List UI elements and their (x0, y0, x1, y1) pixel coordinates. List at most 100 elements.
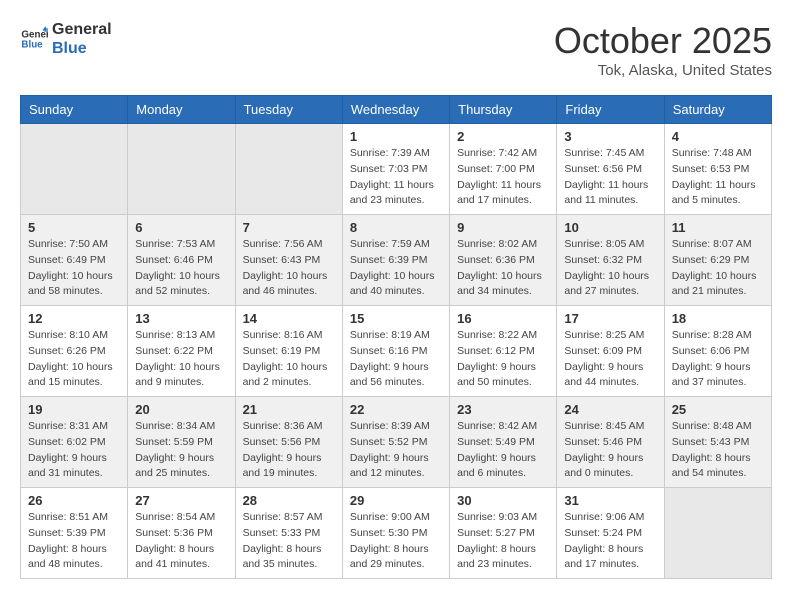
location: Tok, Alaska, United States (554, 62, 772, 79)
day-number: 29 (350, 493, 442, 508)
calendar-cell: 14 Sunrise: 8:16 AMSunset: 6:19 PMDayligh… (235, 306, 342, 397)
day-number: 19 (28, 402, 120, 417)
weekday-header-row: SundayMondayTuesdayWednesdayThursdayFrid… (21, 96, 772, 124)
day-number: 21 (243, 402, 335, 417)
calendar-cell: 26Sunrise: 8:51 AMSunset: 5:39 PMDayligh… (21, 488, 128, 579)
day-info: Sunrise: 7:53 AMSunset: 6:46 PMDaylight:… (135, 237, 227, 300)
weekday-header-saturday: Saturday (664, 96, 771, 124)
calendar-week-3: 12 Sunrise: 8:10 AMSunset: 6:26 PMDayligh… (21, 306, 772, 397)
day-info: Sunrise: 8:05 AMSunset: 6:32 PMDaylight:… (564, 237, 656, 300)
day-info: Sunrise: 8:31 AMSunset: 6:02 PMDaylight:… (28, 419, 120, 482)
day-number: 11 (672, 220, 764, 235)
day-info: Sunrise: 8:16 AMSunset: 6:19 PMDaylight:… (243, 328, 335, 391)
day-number: 13 (135, 311, 227, 326)
calendar-week-4: 19 Sunrise: 8:31 AMSunset: 6:02 PMDayligh… (21, 397, 772, 488)
day-info: Sunrise: 9:03 AMSunset: 5:27 PMDaylight:… (457, 510, 549, 573)
calendar-cell: 3 Sunrise: 7:45 AMSunset: 6:56 PMDaylight… (557, 124, 664, 215)
calendar-cell: 9Sunrise: 8:02 AMSunset: 6:36 PMDaylight… (450, 215, 557, 306)
day-number: 2 (457, 129, 549, 144)
day-number: 14 (243, 311, 335, 326)
day-number: 7 (243, 220, 335, 235)
day-number: 4 (672, 129, 764, 144)
month-title: October 2025 (554, 20, 772, 62)
weekday-header-tuesday: Tuesday (235, 96, 342, 124)
calendar-cell: 13 Sunrise: 8:13 AMSunset: 6:22 PMDayligh… (128, 306, 235, 397)
day-info: Sunrise: 8:45 AMSunset: 5:46 PMDaylight:… (564, 419, 656, 482)
calendar-cell: 23Sunrise: 8:42 AMSunset: 5:49 PMDayligh… (450, 397, 557, 488)
calendar-cell: 1Sunrise: 7:39 AMSunset: 7:03 PMDaylight… (342, 124, 449, 215)
calendar-cell: 2 Sunrise: 7:42 AMSunset: 7:00 PMDaylight… (450, 124, 557, 215)
day-number: 1 (350, 129, 442, 144)
calendar-cell (664, 488, 771, 579)
calendar-cell: 29 Sunrise: 9:00 AMSunset: 5:30 PMDayligh… (342, 488, 449, 579)
day-number: 10 (564, 220, 656, 235)
calendar-cell: 20 Sunrise: 8:34 AMSunset: 5:59 PMDayligh… (128, 397, 235, 488)
day-info: Sunrise: 8:28 AMSunset: 6:06 PMDaylight:… (672, 328, 764, 391)
calendar-cell (21, 124, 128, 215)
calendar-cell: 15Sunrise: 8:19 AMSunset: 6:16 PMDayligh… (342, 306, 449, 397)
day-number: 5 (28, 220, 120, 235)
day-info: Sunrise: 7:56 AMSunset: 6:43 PMDaylight:… (243, 237, 335, 300)
day-number: 28 (243, 493, 335, 508)
calendar: SundayMondayTuesdayWednesdayThursdayFrid… (20, 95, 772, 579)
day-number: 31 (564, 493, 656, 508)
day-info: Sunrise: 8:07 AMSunset: 6:29 PMDaylight:… (672, 237, 764, 300)
day-number: 16 (457, 311, 549, 326)
weekday-header-monday: Monday (128, 96, 235, 124)
calendar-cell: 25Sunrise: 8:48 AMSunset: 5:43 PMDayligh… (664, 397, 771, 488)
day-info: Sunrise: 8:25 AMSunset: 6:09 PMDaylight:… (564, 328, 656, 391)
day-number: 24 (564, 402, 656, 417)
day-number: 17 (564, 311, 656, 326)
day-info: Sunrise: 8:42 AMSunset: 5:49 PMDaylight:… (457, 419, 549, 482)
calendar-cell: 18Sunrise: 8:28 AMSunset: 6:06 PMDayligh… (664, 306, 771, 397)
calendar-cell: 19 Sunrise: 8:31 AMSunset: 6:02 PMDayligh… (21, 397, 128, 488)
day-number: 3 (564, 129, 656, 144)
day-number: 12 (28, 311, 120, 326)
day-info: Sunrise: 9:00 AMSunset: 5:30 PMDaylight:… (350, 510, 442, 573)
calendar-week-1: 1Sunrise: 7:39 AMSunset: 7:03 PMDaylight… (21, 124, 772, 215)
day-number: 22 (350, 402, 442, 417)
calendar-cell (235, 124, 342, 215)
day-info: Sunrise: 8:54 AMSunset: 5:36 PMDaylight:… (135, 510, 227, 573)
calendar-cell: 12 Sunrise: 8:10 AMSunset: 6:26 PMDayligh… (21, 306, 128, 397)
logo: General Blue General Blue (20, 20, 112, 58)
day-number: 20 (135, 402, 227, 417)
day-number: 25 (672, 402, 764, 417)
weekday-header-wednesday: Wednesday (342, 96, 449, 124)
calendar-week-2: 5Sunrise: 7:50 AMSunset: 6:49 PMDaylight… (21, 215, 772, 306)
calendar-week-5: 26Sunrise: 8:51 AMSunset: 5:39 PMDayligh… (21, 488, 772, 579)
day-info: Sunrise: 7:42 AMSunset: 7:00 PMDaylight:… (457, 146, 549, 209)
day-info: Sunrise: 7:45 AMSunset: 6:56 PMDaylight:… (564, 146, 656, 209)
day-info: Sunrise: 8:10 AMSunset: 6:26 PMDaylight:… (28, 328, 120, 391)
weekday-header-sunday: Sunday (21, 96, 128, 124)
day-info: Sunrise: 7:59 AMSunset: 6:39 PMDaylight:… (350, 237, 442, 300)
calendar-cell (128, 124, 235, 215)
day-number: 27 (135, 493, 227, 508)
day-info: Sunrise: 8:57 AMSunset: 5:33 PMDaylight:… (243, 510, 335, 573)
svg-text:Blue: Blue (21, 40, 43, 51)
calendar-cell: 6 Sunrise: 7:53 AMSunset: 6:46 PMDaylight… (128, 215, 235, 306)
calendar-cell: 8 Sunrise: 7:59 AMSunset: 6:39 PMDaylight… (342, 215, 449, 306)
calendar-cell: 22Sunrise: 8:39 AMSunset: 5:52 PMDayligh… (342, 397, 449, 488)
day-number: 8 (350, 220, 442, 235)
day-info: Sunrise: 8:34 AMSunset: 5:59 PMDaylight:… (135, 419, 227, 482)
calendar-cell: 28 Sunrise: 8:57 AMSunset: 5:33 PMDayligh… (235, 488, 342, 579)
calendar-cell: 21Sunrise: 8:36 AMSunset: 5:56 PMDayligh… (235, 397, 342, 488)
weekday-header-friday: Friday (557, 96, 664, 124)
calendar-cell: 31 Sunrise: 9:06 AMSunset: 5:24 PMDayligh… (557, 488, 664, 579)
logo-icon: General Blue (20, 25, 48, 53)
day-number: 6 (135, 220, 227, 235)
calendar-cell: 4 Sunrise: 7:48 AMSunset: 6:53 PMDaylight… (664, 124, 771, 215)
day-info: Sunrise: 9:06 AMSunset: 5:24 PMDaylight:… (564, 510, 656, 573)
day-number: 26 (28, 493, 120, 508)
day-number: 9 (457, 220, 549, 235)
calendar-cell: 11 Sunrise: 8:07 AMSunset: 6:29 PMDayligh… (664, 215, 771, 306)
day-info: Sunrise: 8:13 AMSunset: 6:22 PMDaylight:… (135, 328, 227, 391)
logo-text-general: General (52, 20, 112, 39)
title-block: October 2025 Tok, Alaska, United States (554, 20, 772, 79)
weekday-header-thursday: Thursday (450, 96, 557, 124)
day-info: Sunrise: 7:48 AMSunset: 6:53 PMDaylight:… (672, 146, 764, 209)
calendar-cell: 17 Sunrise: 8:25 AMSunset: 6:09 PMDayligh… (557, 306, 664, 397)
day-number: 30 (457, 493, 549, 508)
calendar-body: 1Sunrise: 7:39 AMSunset: 7:03 PMDaylight… (21, 124, 772, 579)
